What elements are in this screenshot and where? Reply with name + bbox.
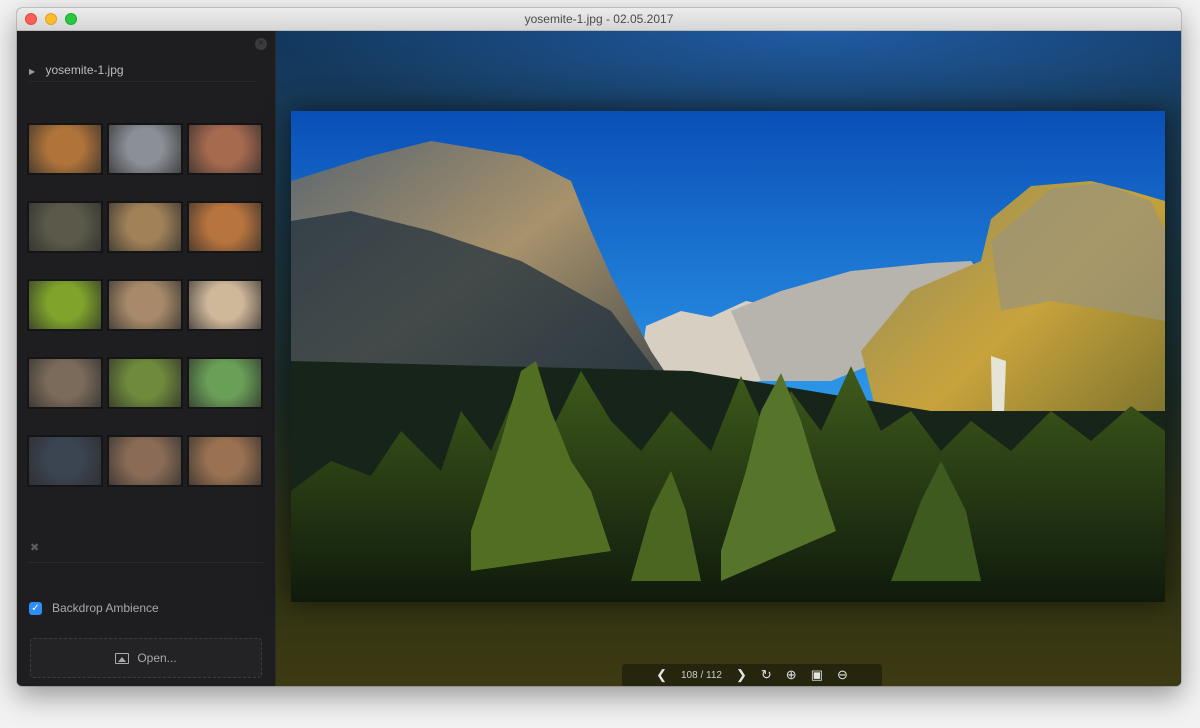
open-button[interactable]: Open...	[30, 638, 262, 678]
thumbnail-fox[interactable]	[187, 201, 263, 253]
title-bar: yosemite-1.jpg - 02.05.2017	[17, 8, 1181, 31]
thumbnail-duck[interactable]	[107, 201, 183, 253]
thumbnail-grid	[27, 123, 263, 487]
thumbnail-image	[29, 281, 101, 329]
thumbnail-image	[109, 203, 181, 251]
thumbnail-image	[109, 281, 181, 329]
next-icon[interactable]: ❯	[736, 664, 747, 686]
prev-icon[interactable]: ❮	[656, 664, 667, 686]
thumbnail-image	[29, 437, 101, 485]
backdrop-ambience-row[interactable]: ✓ Backdrop Ambience	[29, 600, 159, 616]
thumbnail-image	[189, 281, 261, 329]
image-icon	[115, 652, 130, 664]
thumbnail-image	[189, 125, 261, 173]
thumbnail-image	[29, 359, 101, 407]
folder-header[interactable]: ▶ yosemite-1.jpg	[29, 61, 255, 82]
backdrop-ambience-label: Backdrop Ambience	[52, 601, 159, 615]
thumbnail-husky-puppy[interactable]	[107, 123, 183, 175]
sidebar-divider	[27, 562, 263, 563]
thumbnail-image	[29, 203, 101, 251]
window-title: yosemite-1.jpg - 02.05.2017	[524, 12, 674, 26]
fit-icon[interactable]: ▣	[811, 664, 823, 686]
main-photo[interactable]	[291, 111, 1165, 602]
thumbnail-image	[109, 359, 181, 407]
thumbnail-image	[109, 437, 181, 485]
thumbnail-marmot[interactable]	[187, 357, 263, 409]
thumbnail-tree-frog[interactable]	[27, 279, 103, 331]
thumbnail-image	[29, 125, 101, 173]
yosemite-photo	[291, 111, 1165, 602]
navigation-toolbar: ❮ 108 / 112 ❯ ↻ ⊕ ▣ ⊖	[622, 664, 882, 686]
thumbnail-squirrel[interactable]	[107, 279, 183, 331]
close-sidebar-icon[interactable]: ×	[255, 38, 267, 50]
thumbnail-golden-retriever[interactable]	[27, 123, 103, 175]
thumbnail-deer-lying[interactable]	[107, 435, 183, 487]
backdrop-ambience-checkbox[interactable]: ✓	[29, 601, 42, 615]
rotate-icon[interactable]: ↻	[761, 664, 772, 686]
thumbnail-beaver[interactable]	[187, 435, 263, 487]
thumbnail-bird[interactable]	[27, 435, 103, 487]
thumbnail-image	[189, 359, 261, 407]
thumbnail-tapir[interactable]	[27, 201, 103, 253]
open-button-label: Open...	[137, 651, 177, 665]
thumbnail-monkey[interactable]	[187, 279, 263, 331]
zoom-out-icon[interactable]: ⊖	[837, 664, 848, 686]
thumbnail-image	[189, 437, 261, 485]
disclosure-triangle-icon[interactable]: ▶	[29, 67, 35, 76]
app-window: yosemite-1.jpg - 02.05.2017 × ▶ yosemite…	[17, 8, 1181, 686]
sidebar: × ▶ yosemite-1.jpg ✖ ✓ Backdrop Ambience…	[17, 31, 276, 686]
tools-icon[interactable]: ✖	[30, 542, 42, 554]
thumbnail-image	[189, 203, 261, 251]
thumbnail-butterfly-flowers[interactable]	[187, 123, 263, 175]
image-viewer[interactable]: ❮ 108 / 112 ❯ ↻ ⊕ ▣ ⊖	[276, 31, 1181, 686]
thumbnail-badger[interactable]	[27, 357, 103, 409]
zoom-in-icon[interactable]: ⊕	[786, 664, 797, 686]
thumbnail-bear[interactable]	[107, 357, 183, 409]
thumbnail-image	[109, 125, 181, 173]
page-counter: 108 / 112	[681, 669, 722, 681]
folder-name: yosemite-1.jpg	[45, 63, 124, 77]
